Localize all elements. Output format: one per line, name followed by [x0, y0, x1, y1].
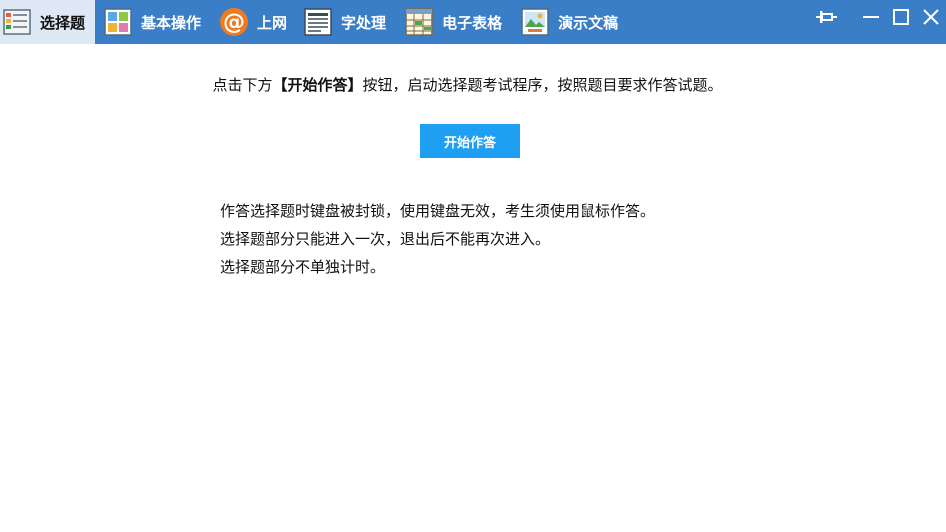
- choice-question-icon: [2, 7, 32, 37]
- close-icon[interactable]: [916, 2, 946, 32]
- spreadsheet-icon: [404, 7, 434, 37]
- tab-label: 字处理: [341, 13, 387, 32]
- internet-at-icon: @: [219, 7, 249, 37]
- note-item: 作答选择题时键盘被封锁，使用键盘无效，考生须使用鼠标作答。: [220, 202, 656, 220]
- svg-text:@: @: [223, 10, 245, 35]
- note-item: 选择题部分不单独计时。: [220, 258, 386, 276]
- window-controls: [812, 0, 946, 34]
- tab-basic-operation[interactable]: 基本操作: [95, 0, 211, 44]
- tab-spreadsheet[interactable]: 电子表格: [396, 0, 512, 44]
- tab-choice-question[interactable]: 选择题: [0, 0, 96, 44]
- maximize-icon[interactable]: [886, 2, 916, 32]
- pin-icon[interactable]: [812, 2, 842, 32]
- basic-operation-icon: [103, 7, 133, 37]
- tab-label: 演示文稿: [558, 13, 619, 32]
- top-toolbar: 选择题 基本操作 @ 上网 字处理 电子表格 演示文稿: [0, 0, 946, 44]
- tab-internet[interactable]: @ 上网: [211, 0, 297, 44]
- instruction-bold: 【开始作答】: [272, 76, 363, 94]
- presentation-icon: [520, 7, 550, 37]
- note-item: 选择题部分只能进入一次，退出后不能再次进入。: [220, 230, 551, 248]
- instruction-text: 点击下方【开始作答】按钮，启动选择题考试程序，按照题目要求作答试题。: [0, 74, 935, 95]
- word-processing-icon: [303, 7, 333, 37]
- tab-label: 电子表格: [442, 13, 503, 32]
- tab-presentation[interactable]: 演示文稿: [512, 0, 628, 44]
- instruction-prefix: 点击下方: [212, 76, 273, 94]
- tab-label: 选择题: [40, 13, 86, 32]
- tab-label: 上网: [257, 13, 288, 32]
- instruction-suffix: 按钮，启动选择题考试程序，按照题目要求作答试题。: [362, 76, 723, 94]
- notes-list: 作答选择题时键盘被封锁，使用键盘无效，考生须使用鼠标作答。 选择题部分只能进入一…: [220, 197, 655, 281]
- tab-label: 基本操作: [141, 13, 202, 32]
- minimize-icon[interactable]: [856, 2, 886, 32]
- main-content: 点击下方【开始作答】按钮，启动选择题考试程序，按照题目要求作答试题。 开始作答 …: [0, 44, 946, 532]
- start-answer-button[interactable]: 开始作答: [420, 124, 520, 158]
- tab-word-processing[interactable]: 字处理: [297, 0, 396, 44]
